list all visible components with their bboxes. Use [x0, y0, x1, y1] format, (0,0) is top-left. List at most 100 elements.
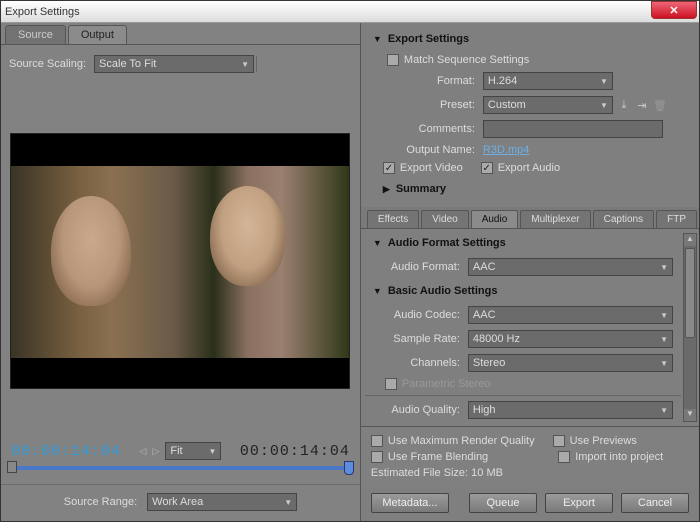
window-title: Export Settings [5, 6, 80, 18]
channels-select[interactable]: Stereo▼ [468, 354, 673, 372]
import-preset-icon[interactable]: ⇥ [635, 98, 649, 112]
save-preset-icon[interactable]: ⤓ [617, 98, 631, 112]
bottom-options: Use Maximum Render Quality Use Previews … [361, 426, 699, 487]
format-select[interactable]: H.264▼ [483, 72, 613, 90]
parametric-stereo-label: Parametric Stereo [402, 378, 491, 390]
import-project-checkbox[interactable] [558, 451, 570, 463]
chevron-down-icon: ▼ [600, 101, 608, 110]
zoom-fit-select[interactable]: Fit▼ [165, 442, 221, 460]
source-scaling-label: Source Scaling: [9, 58, 86, 70]
summary-header[interactable]: ▶ Summary [365, 177, 693, 201]
disclosure-down-icon: ▼ [373, 34, 382, 44]
scroll-up-icon[interactable]: ▲ [684, 234, 696, 246]
estimated-size-label: Estimated File Size: 10 MB [371, 467, 503, 479]
video-preview[interactable] [10, 133, 350, 389]
chevron-down-icon: ▼ [241, 60, 249, 69]
export-audio-label: Export Audio [498, 162, 560, 174]
next-frame-icon[interactable]: ▷ [152, 446, 159, 457]
chevron-down-icon: ▼ [660, 359, 668, 368]
sample-rate-label: Sample Rate: [373, 333, 468, 345]
tab-source[interactable]: Source [5, 25, 66, 44]
preview-area: 00:00:14:04 ◁ ▷ Fit▼ 00:00:14:04 [1, 83, 360, 521]
output-name-link[interactable]: R3D.mp4 [483, 144, 529, 156]
format-label: Format: [373, 75, 483, 87]
left-pane: Source Output Source Scaling: Scale To F… [1, 23, 361, 521]
chevron-down-icon: ▼ [284, 498, 292, 507]
close-icon: ✕ [669, 4, 678, 17]
tab-multiplexer[interactable]: Multiplexer [520, 210, 590, 228]
source-range-label: Source Range: [64, 496, 137, 508]
export-video-checkbox[interactable]: ✓ [383, 162, 395, 174]
prev-frame-icon[interactable]: ◁ [140, 446, 147, 457]
output-tab-content: Source Scaling: Scale To Fit▼ [1, 44, 360, 83]
preview-content [11, 166, 180, 358]
total-timecode: 00:00:14:04 [240, 443, 350, 460]
output-name-label: Output Name: [373, 144, 483, 156]
scroll-thumb[interactable] [685, 248, 695, 338]
tab-ftp[interactable]: FTP [656, 210, 697, 228]
max-render-checkbox[interactable] [371, 435, 383, 447]
scroll-down-icon[interactable]: ▼ [684, 409, 696, 421]
tab-audio[interactable]: Audio [471, 210, 519, 228]
out-point-handle[interactable] [344, 461, 354, 475]
use-previews-checkbox[interactable] [553, 435, 565, 447]
max-render-label: Use Maximum Render Quality [388, 435, 535, 447]
frame-blending-label: Use Frame Blending [388, 451, 488, 463]
scrollbar[interactable]: ▲ ▼ [683, 233, 697, 422]
export-audio-checkbox[interactable]: ✓ [481, 162, 493, 174]
comments-input[interactable] [483, 120, 663, 138]
preview-tabs: Source Output [1, 23, 360, 44]
preset-label: Preset: [373, 99, 483, 111]
chevron-down-icon: ▼ [660, 335, 668, 344]
delete-preset-icon[interactable]: 🗑 [653, 98, 667, 112]
audio-quality-select[interactable]: High▼ [468, 401, 673, 419]
match-sequence-checkbox[interactable] [387, 54, 399, 66]
disclosure-down-icon: ▼ [373, 238, 382, 248]
basic-audio-header[interactable]: ▼ Basic Audio Settings [365, 279, 681, 303]
disclosure-right-icon: ▶ [383, 184, 390, 195]
disclosure-down-icon: ▼ [373, 286, 382, 296]
export-video-label: Export Video [400, 162, 463, 174]
import-project-label: Import into project [575, 451, 663, 463]
chevron-down-icon: ▼ [660, 311, 668, 320]
source-range-select[interactable]: Work Area▼ [147, 493, 297, 511]
timeline-controls: 00:00:14:04 ◁ ▷ Fit▼ 00:00:14:04 [1, 438, 360, 476]
audio-quality-label: Audio Quality: [373, 404, 468, 416]
chevron-down-icon: ▼ [660, 406, 668, 415]
audio-settings-panel: ▼ Audio Format Settings Audio Format: AA… [361, 229, 699, 426]
match-sequence-label: Match Sequence Settings [404, 54, 529, 66]
chevron-down-icon: ▼ [660, 263, 668, 272]
audio-codec-label: Audio Codec: [373, 309, 468, 321]
timeline-slider[interactable] [11, 466, 350, 470]
tab-captions[interactable]: Captions [593, 210, 654, 228]
use-previews-label: Use Previews [570, 435, 637, 447]
tab-output[interactable]: Output [68, 25, 127, 44]
audio-codec-select[interactable]: AAC▼ [468, 306, 673, 324]
tab-effects[interactable]: Effects [367, 210, 419, 228]
audio-format-header[interactable]: ▼ Audio Format Settings [365, 231, 681, 255]
queue-button[interactable]: Queue [469, 493, 537, 513]
export-button[interactable]: Export [545, 493, 613, 513]
channels-label: Channels: [373, 357, 468, 369]
audio-format-select[interactable]: AAC▼ [468, 258, 673, 276]
dialog-buttons: Metadata... Queue Export Cancel [361, 487, 699, 521]
right-pane: ▼ Export Settings Match Sequence Setting… [361, 23, 699, 521]
settings-tabs: Effects Video Audio Multiplexer Captions… [361, 207, 699, 229]
preset-select[interactable]: Custom▼ [483, 96, 613, 114]
sample-rate-select[interactable]: 48000 Hz▼ [468, 330, 673, 348]
parametric-stereo-checkbox [385, 378, 397, 390]
comments-label: Comments: [373, 123, 483, 135]
close-button[interactable]: ✕ [651, 1, 697, 19]
chevron-down-icon: ▼ [600, 77, 608, 86]
source-scaling-select[interactable]: Scale To Fit▼ [94, 55, 254, 73]
export-settings-header[interactable]: ▼ Export Settings [365, 27, 693, 51]
current-timecode[interactable]: 00:00:14:04 [11, 443, 121, 460]
tab-video[interactable]: Video [421, 210, 468, 228]
cancel-button[interactable]: Cancel [621, 493, 689, 513]
export-settings-window: Export Settings ✕ Source Output Source S… [0, 0, 700, 522]
audio-format-label: Audio Format: [373, 261, 468, 273]
in-point-handle[interactable] [7, 461, 17, 473]
frame-blending-checkbox[interactable] [371, 451, 383, 463]
metadata-button[interactable]: Metadata... [371, 493, 449, 513]
chevron-down-icon: ▼ [208, 447, 216, 456]
